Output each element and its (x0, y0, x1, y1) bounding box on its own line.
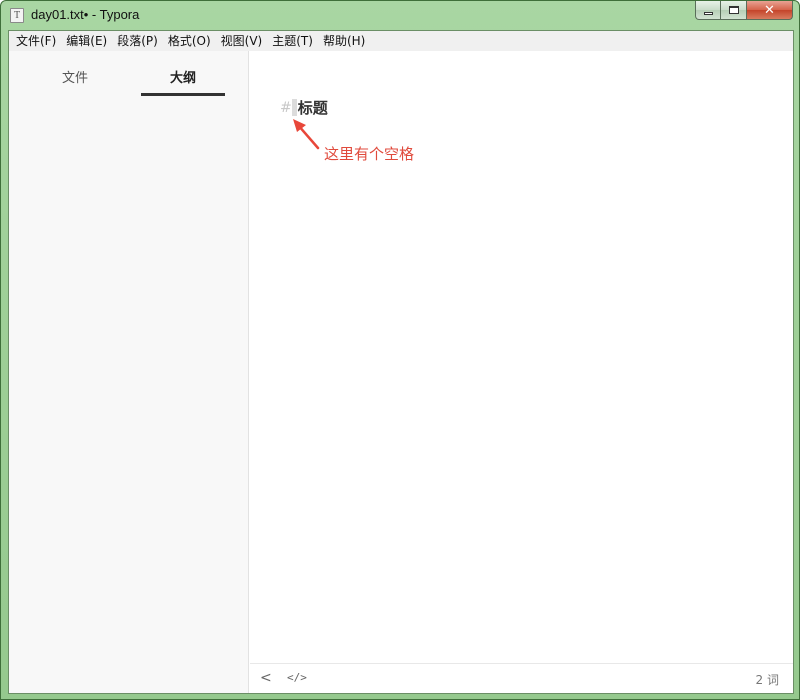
active-tab-indicator (141, 93, 225, 96)
source-code-toggle-icon[interactable]: </> (287, 671, 307, 684)
menu-bar: 文件(F) 编辑(E) 段落(P) 格式(O) 视图(V) 主题(T) 帮助(H… (9, 31, 793, 51)
menu-paragraph[interactable]: 段落(P) (112, 31, 163, 51)
back-icon[interactable]: < (260, 670, 272, 686)
typora-app-icon[interactable]: T (10, 8, 24, 23)
word-count[interactable]: 2 词 (756, 671, 779, 688)
menu-format[interactable]: 格式(O) (163, 31, 216, 51)
title-bar[interactable]: T day01.txt• - Typora ✕ (1, 1, 799, 30)
menu-edit[interactable]: 编辑(E) (61, 31, 112, 51)
heading-text[interactable]: 标题 (298, 97, 328, 118)
sidebar: 文件 大纲 (9, 51, 249, 693)
client-area: 文件(F) 编辑(E) 段落(P) 格式(O) 视图(V) 主题(T) 帮助(H… (8, 30, 794, 694)
editor-area[interactable]: # 标题 这里有个空格 (250, 51, 793, 663)
menu-help[interactable]: 帮助(H) (318, 31, 370, 51)
annotation-text: 这里有个空格 (324, 145, 415, 163)
app-window: T day01.txt• - Typora ✕ 文件(F) 编辑(E) 段落(P… (0, 0, 800, 700)
menu-theme[interactable]: 主题(T) (267, 31, 318, 51)
minimize-icon (703, 11, 713, 15)
window-controls: ✕ (695, 1, 793, 20)
window-title: day01.txt• - Typora (31, 7, 140, 22)
tab-outline[interactable]: 大纲 (141, 67, 225, 86)
maximize-icon (728, 6, 739, 14)
minimize-button[interactable] (695, 1, 721, 20)
close-icon: ✕ (764, 2, 775, 18)
heading-marker: # (280, 99, 292, 116)
annotation-arrow-icon (293, 119, 320, 150)
heading-line[interactable]: # 标题 (280, 97, 328, 118)
maximize-button[interactable] (721, 1, 747, 20)
space-highlight (291, 99, 297, 116)
menu-file[interactable]: 文件(F) (11, 31, 61, 51)
status-bar: < </> 2 词 (250, 663, 793, 693)
close-button[interactable]: ✕ (747, 1, 793, 20)
menu-view[interactable]: 视图(V) (216, 31, 268, 51)
tab-files[interactable]: 文件 (33, 67, 117, 86)
